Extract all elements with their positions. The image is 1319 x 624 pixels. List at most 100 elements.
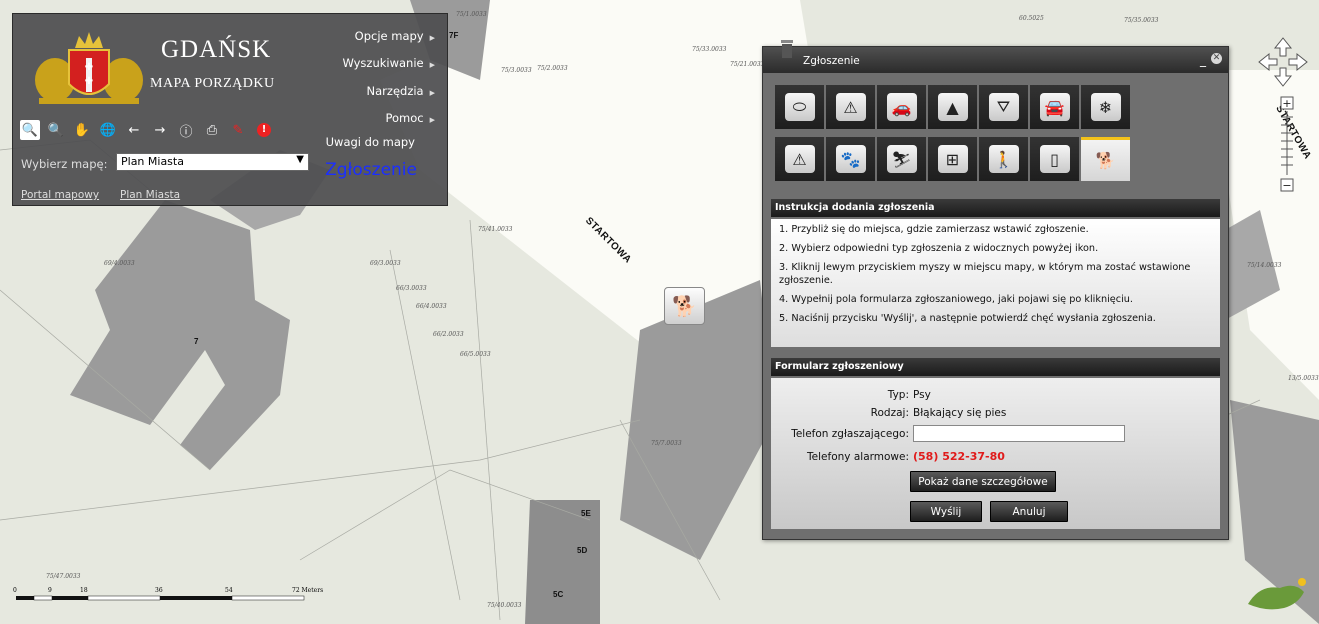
forward-arrow-icon[interactable]: → <box>150 120 170 140</box>
pan-control[interactable] <box>1258 37 1308 87</box>
road-works-icon: ⚠ <box>835 93 866 121</box>
print-icon[interactable]: ⎙ <box>202 120 222 140</box>
pan-left-icon <box>1258 52 1278 72</box>
dog-report-marker[interactable]: 🐕 <box>664 287 705 325</box>
building-number: 5C <box>553 590 564 599</box>
cancel-button[interactable]: Anuluj <box>990 501 1068 522</box>
app-title: GDAŃSK <box>161 36 272 63</box>
parcel-label: 75/2.0033 <box>537 65 568 72</box>
category-snowflake-button[interactable]: ❄ <box>1081 85 1130 129</box>
category-spray-can-button[interactable]: ▯ <box>1030 137 1079 181</box>
close-icon[interactable]: ✕ <box>1211 53 1222 64</box>
parcel-label: 66/2.0033 <box>433 331 464 338</box>
category-traffic-cone-button[interactable]: ▲ <box>928 85 977 129</box>
menu-pomoc[interactable]: Pomoc ▶ <box>385 111 435 125</box>
category-graffiti-person-button[interactable]: 🚶 <box>979 137 1028 181</box>
scale-bar: 0 9 18 36 54 72 Meters <box>10 587 330 607</box>
rodzaj-label: Rodzaj: <box>870 407 909 419</box>
instruction-item: 2. Wybierz odpowiedni typ zgłoszenia z w… <box>779 243 1099 254</box>
category-car-water-button[interactable]: 🚗 <box>877 85 926 129</box>
scale-bar-graphic <box>16 595 305 601</box>
category-paw-button[interactable]: 🐾 <box>826 137 875 181</box>
show-details-button[interactable]: Pokaż dane szczegółowe <box>910 471 1056 492</box>
dialog-titlebar[interactable]: Zgłoszenie _ ✕ <box>763 40 1228 73</box>
uwagi-do-mapy-link[interactable]: Uwagi do mapy <box>326 135 415 149</box>
snowflake-icon: ❄ <box>1090 93 1121 121</box>
chevron-right-icon: ▶ <box>429 61 435 69</box>
plan-miasta-link[interactable]: Plan Miasta <box>120 189 180 201</box>
send-button[interactable]: Wyślij <box>910 501 982 522</box>
plus-icon: + <box>1282 97 1291 110</box>
zoom-slider[interactable]: + − <box>1277 95 1297 195</box>
instruction-item: 5. Naciśnij przycisku 'Wyślij', a następ… <box>779 313 1156 324</box>
parcel-label: 60.5025 <box>1019 15 1044 22</box>
measure-icon[interactable]: ✎ <box>228 120 248 140</box>
graffiti-person-icon: 🚶 <box>988 145 1019 173</box>
phone-input[interactable] <box>913 425 1125 442</box>
menu-wyszukiwanie[interactable]: Wyszukiwanie ▶ <box>342 56 435 70</box>
app-subtitle: MAPA PORZĄDKU <box>150 76 275 91</box>
portal-mapowy-link[interactable]: Portal mapowy <box>21 189 99 201</box>
pan-right-icon <box>1288 52 1308 72</box>
menu-narzedzia[interactable]: Narzędzia ▶ <box>367 84 435 98</box>
category-electric-box-button[interactable]: ⊞ <box>928 137 977 181</box>
category-road-works-button[interactable]: ⚠ <box>826 85 875 129</box>
alert-icon[interactable]: ! <box>254 120 274 140</box>
parcel-label: 75/3.0033 <box>501 67 532 74</box>
menu-opcje-mapy[interactable]: Opcje mapy ▶ <box>355 29 435 43</box>
slip-icon: ⛷ <box>886 145 917 173</box>
car-water-icon: 🚗 <box>886 93 917 121</box>
svg-text:✚: ✚ <box>85 62 93 73</box>
info-icon[interactable]: ⓘ <box>176 120 196 140</box>
globe-icon[interactable]: 🌐 <box>98 120 118 140</box>
parcel-label: 66/5.0033 <box>460 351 491 358</box>
map-toolbar: 🔍 🔍 ✋ 🌐 ← → ⓘ ⎙ ✎ ! <box>20 119 274 141</box>
scale-tick: 36 <box>155 587 163 594</box>
zoom-in-icon[interactable]: 🔍 <box>20 120 40 140</box>
scale-tick: 9 <box>48 587 52 594</box>
building-number: 7 <box>194 337 199 346</box>
parcel-label: 13/5.0033 <box>1288 375 1319 382</box>
dog-icon: 🐕 <box>672 294 697 318</box>
dialog-title: Zgłoszenie <box>803 55 860 67</box>
gdansk-coat-of-arms-logo: ✚ ✚ <box>35 32 143 104</box>
warning-icon: ⚠ <box>784 145 815 173</box>
category-dog-button[interactable]: 🐕 <box>1081 137 1130 181</box>
zgloszenie-dialog: Zgłoszenie _ ✕ ⬭ ⚠ 🚗 ▲ ⛛ 🚘 ❄ ⚠ 🐾 ⛷ ⊞ 🚶 ▯… <box>762 40 1229 540</box>
typ-value: Psy <box>913 389 931 401</box>
minimize-icon[interactable]: _ <box>1200 53 1206 67</box>
category-water-tap-button[interactable]: ⛛ <box>979 85 1028 129</box>
water-tap-icon: ⛛ <box>988 93 1019 121</box>
traffic-cone-icon: ▲ <box>937 93 968 121</box>
pan-hand-icon[interactable]: ✋ <box>72 120 92 140</box>
building-number: 5D <box>577 546 588 555</box>
ellipse-icon: ⬭ <box>784 93 815 121</box>
zoom-out-icon[interactable]: 🔍 <box>46 120 66 140</box>
map-select-label: Wybierz mapę: <box>21 157 108 171</box>
corner-map-logo <box>1248 578 1306 610</box>
map-control-panel: ✚ ✚ GDAŃSK MAPA PORZĄDKU Opcje mapy ▶ Wys… <box>12 13 448 206</box>
map-select-value: Plan Miasta <box>121 155 184 168</box>
zgloszenie-link[interactable]: Zgłoszenie <box>325 160 417 180</box>
scale-tick: 54 <box>225 587 233 594</box>
parcel-label: 66/4.0033 <box>416 303 447 310</box>
form-header: Formularz zgłoszeniowy <box>771 358 1220 376</box>
parcel-label: 69/4.0033 <box>104 260 135 267</box>
parcel-label: 75/14.0033 <box>1247 262 1282 269</box>
svg-text:✚: ✚ <box>85 76 93 87</box>
category-warning-button[interactable]: ⚠ <box>775 137 824 181</box>
instructions-body: 1. Przybliż się do miejsca, gdzie zamier… <box>771 219 1220 347</box>
category-ellipse-button[interactable]: ⬭ <box>775 85 824 129</box>
car-icon: 🚘 <box>1039 93 1070 121</box>
typ-label: Typ: <box>887 389 909 401</box>
pan-down-icon <box>1273 67 1293 87</box>
back-arrow-icon[interactable]: ← <box>124 120 144 140</box>
map-select-dropdown[interactable]: Plan Miasta ▼ <box>116 153 309 171</box>
chevron-right-icon: ▶ <box>429 116 435 124</box>
parcel-label: 66/3.0033 <box>396 285 427 292</box>
paw-icon: 🐾 <box>835 145 866 173</box>
category-row-1: ⬭ ⚠ 🚗 ▲ ⛛ 🚘 ❄ <box>775 85 1132 129</box>
category-car-button[interactable]: 🚘 <box>1030 85 1079 129</box>
category-row-2: ⚠ 🐾 ⛷ ⊞ 🚶 ▯ 🐕 <box>775 137 1132 181</box>
category-slip-button[interactable]: ⛷ <box>877 137 926 181</box>
